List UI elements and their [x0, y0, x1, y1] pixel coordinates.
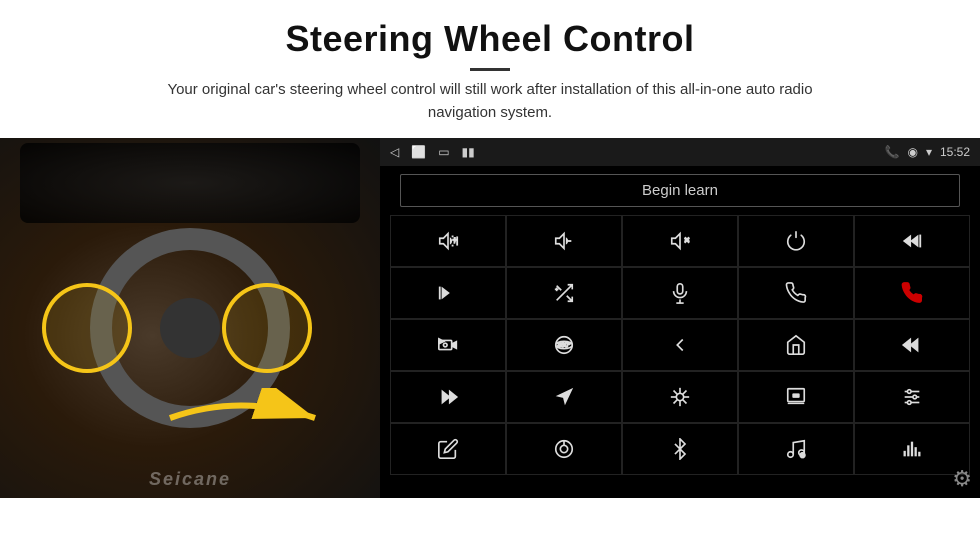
next-track-button[interactable] [390, 267, 506, 319]
knob-button[interactable] [506, 423, 622, 475]
eq-button[interactable] [622, 371, 738, 423]
status-bar-right: 📞 ◉ ▾ 15:52 [885, 145, 971, 159]
dashboard-gauges [20, 143, 360, 223]
svg-text:⚙: ⚙ [800, 452, 806, 459]
wifi-status-icon: ▾ [926, 145, 932, 159]
end-call-button[interactable] [854, 267, 970, 319]
status-bar: ◁ ⬜ ▭ ▮▮ 📞 ◉ ▾ 15:52 [380, 138, 980, 166]
begin-learn-button[interactable]: Begin learn [400, 174, 960, 207]
status-bar-left: ◁ ⬜ ▭ ▮▮ [390, 145, 475, 159]
location-status-icon: ◉ [907, 145, 917, 159]
360-view-button[interactable]: 360° [506, 319, 622, 371]
content-area: Seicane ◁ ⬜ ▭ ▮▮ 📞 ◉ ▾ 15:52 [0, 138, 980, 498]
prev-track-icon [901, 230, 923, 252]
360-icon: 360° [553, 334, 575, 356]
prev-track-button[interactable] [854, 215, 970, 267]
steering-wheel-image: Seicane [0, 138, 380, 498]
signal-icon: ▮▮ [462, 145, 475, 159]
page-title: Steering Wheel Control [0, 18, 980, 60]
edit-button[interactable] [390, 423, 506, 475]
right-button-highlight [222, 283, 312, 373]
navigate-icon [553, 386, 575, 408]
svg-text:+: + [453, 235, 457, 244]
mute-button[interactable]: ✕ [622, 215, 738, 267]
settings-sliders-button[interactable] [854, 371, 970, 423]
bluetooth-button[interactable] [622, 423, 738, 475]
music-button[interactable]: ⚙ [738, 423, 854, 475]
skip-back-button[interactable] [854, 319, 970, 371]
recent-nav-icon[interactable]: ▭ [438, 145, 449, 159]
arrow-icon [160, 388, 330, 448]
begin-learn-row: Begin learn [380, 166, 980, 215]
subtitle: Your original car's steering wheel contr… [140, 79, 840, 124]
shuffle-icon [553, 282, 575, 304]
icon-grid: + ✕ [380, 215, 980, 475]
next-track-icon [437, 282, 459, 304]
sliders-icon [901, 386, 923, 408]
vol-down-icon [553, 230, 575, 252]
bluetooth-icon [669, 438, 691, 460]
media-button[interactable] [738, 371, 854, 423]
left-button-highlight [42, 283, 132, 373]
mic-button[interactable] [622, 267, 738, 319]
vol-up-icon: + [437, 230, 459, 252]
svg-text:360°: 360° [557, 341, 571, 349]
knob-icon [553, 438, 575, 460]
time-display: 15:52 [940, 145, 970, 159]
gear-settings-button[interactable]: ⚙ [952, 466, 972, 492]
power-icon [785, 230, 807, 252]
control-panel: ◁ ⬜ ▭ ▮▮ 📞 ◉ ▾ 15:52 Begin learn [380, 138, 980, 498]
seicane-watermark: Seicane [149, 469, 231, 490]
arrow-container [160, 388, 330, 448]
shuffle-button[interactable] [506, 267, 622, 319]
back-button[interactable] [622, 319, 738, 371]
power-button[interactable] [738, 215, 854, 267]
music-icon: ⚙ [785, 438, 807, 460]
title-section: Steering Wheel Control Your original car… [0, 18, 980, 138]
end-call-icon [901, 282, 923, 304]
fast-forward-button[interactable] [390, 371, 506, 423]
phone-icon [785, 282, 807, 304]
home-icon [785, 334, 807, 356]
back-icon [669, 334, 691, 356]
home-button[interactable] [738, 319, 854, 371]
vol-down-button[interactable] [506, 215, 622, 267]
phone-button[interactable] [738, 267, 854, 319]
media-icon [785, 386, 807, 408]
skip-back-icon [901, 334, 923, 356]
sound-bars-icon [901, 438, 923, 460]
edit-icon [437, 438, 459, 460]
page-wrapper: Steering Wheel Control Your original car… [0, 0, 980, 544]
steering-wheel-center [160, 298, 220, 358]
vol-up-button[interactable]: + [390, 215, 506, 267]
svg-text:▶: ▶ [439, 338, 444, 345]
title-divider [470, 68, 510, 71]
camera-button[interactable]: ▶ [390, 319, 506, 371]
mic-icon [669, 282, 691, 304]
fast-forward-icon [437, 386, 459, 408]
back-nav-icon[interactable]: ◁ [390, 145, 399, 159]
camera-icon: ▶ [437, 334, 459, 356]
home-nav-icon[interactable]: ⬜ [411, 145, 426, 159]
navigate-button[interactable] [506, 371, 622, 423]
eq-icon [669, 386, 691, 408]
svg-text:✕: ✕ [684, 237, 689, 244]
mute-icon: ✕ [669, 230, 691, 252]
phone-status-icon: 📞 [885, 145, 900, 159]
